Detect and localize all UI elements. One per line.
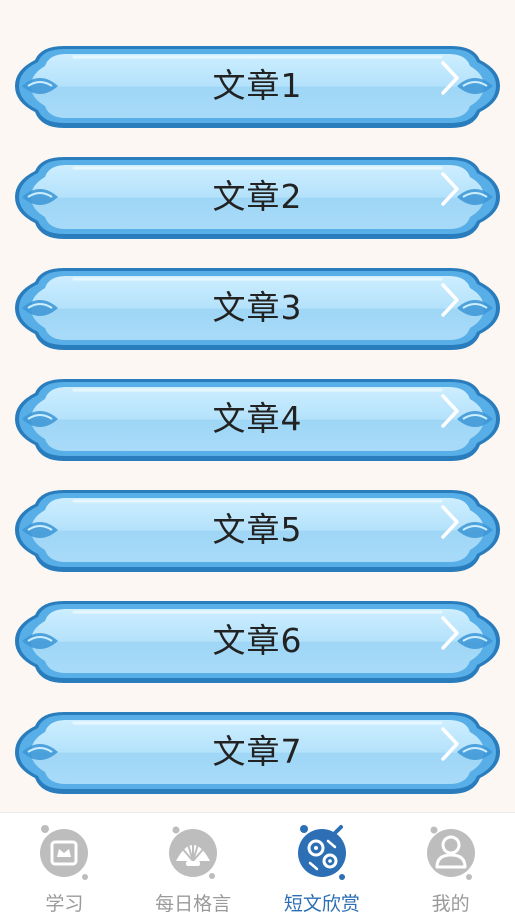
article-title: 文章1: [212, 66, 303, 105]
chevron-right-icon: [439, 726, 461, 762]
chevron-right-icon: [439, 393, 461, 429]
article-title: 文章3: [212, 288, 303, 327]
bottom-tab-bar: 学习 每日格言 短文欣赏 我的: [0, 812, 515, 917]
article-title: 文章5: [212, 510, 303, 549]
article-title: 文章4: [212, 399, 303, 438]
article-title: 文章7: [212, 732, 303, 771]
article-card-3[interactable]: 文章3: [14, 262, 501, 354]
article-card-5[interactable]: 文章5: [14, 484, 501, 576]
article-title: 文章2: [212, 177, 303, 216]
article-list: 文章1 文章2 文章3 文章4 文章5 文章6 文章7: [0, 0, 515, 812]
tab-label: 我的: [431, 893, 470, 915]
chevron-right-icon: [439, 282, 461, 318]
tab-label: 短文欣赏: [283, 893, 360, 915]
article-card-1[interactable]: 文章1: [14, 40, 501, 132]
chevron-right-icon: [439, 615, 461, 651]
chevron-right-icon: [439, 60, 461, 96]
article-card-6[interactable]: 文章6: [14, 595, 501, 687]
article-title: 文章6: [212, 621, 303, 660]
user-icon: [426, 826, 475, 880]
crown-icon: [40, 825, 89, 880]
gears-icon: [297, 825, 346, 880]
tab-daily-quotes[interactable]: 每日格言: [129, 813, 258, 917]
tab-label: 每日格言: [155, 893, 232, 915]
tab-short-essays[interactable]: 短文欣赏: [258, 813, 387, 917]
tab-study[interactable]: 学习: [0, 813, 129, 917]
chevron-right-icon: [439, 504, 461, 540]
app-screen: 文章1 文章2 文章3 文章4 文章5 文章6 文章7 学习 每日格言 短文欣赏…: [0, 0, 515, 917]
tab-label: 学习: [45, 893, 84, 915]
tab-profile[interactable]: 我的: [386, 813, 515, 917]
shell-icon: [169, 826, 218, 879]
article-card-2[interactable]: 文章2: [14, 151, 501, 243]
article-card-4[interactable]: 文章4: [14, 373, 501, 465]
chevron-right-icon: [439, 171, 461, 207]
article-card-7[interactable]: 文章7: [14, 706, 501, 798]
